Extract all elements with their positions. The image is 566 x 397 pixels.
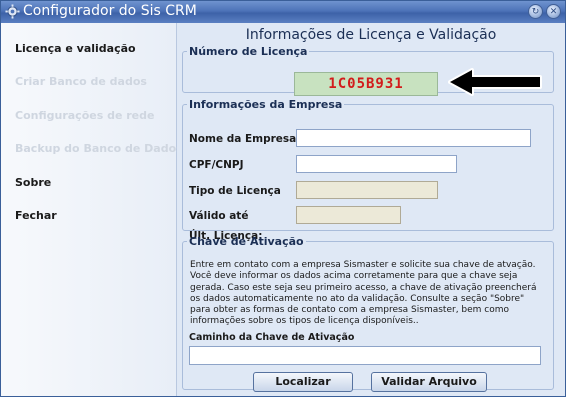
activation-legend: Chave de Ativação bbox=[189, 235, 304, 248]
app-gear-icon bbox=[5, 4, 20, 19]
main-panel: Informações de Licença e Validação Númer… bbox=[177, 23, 565, 396]
restore-icon[interactable]: ↻ bbox=[528, 4, 543, 19]
company-name-label: Nome da Empresa bbox=[189, 133, 297, 145]
sidebar-item-criar-banco: Criar Banco de dados bbox=[15, 75, 147, 88]
page-title: Informações de Licença e Validação bbox=[245, 27, 497, 43]
sidebar: Licença e validação Criar Banco de dados… bbox=[1, 23, 183, 396]
company-name-field[interactable] bbox=[296, 129, 531, 147]
valid-until-field bbox=[296, 206, 401, 224]
license-legend: Número de Licença bbox=[189, 45, 308, 58]
cpf-cnpj-label: CPF/CNPJ bbox=[189, 159, 244, 171]
valid-until-label: Válido até bbox=[189, 210, 249, 222]
close-icon[interactable]: ✕ bbox=[546, 4, 561, 19]
sidebar-item-sobre[interactable]: Sobre bbox=[15, 176, 51, 189]
company-group: Informações da Empresa Nome da Empresa C… bbox=[182, 98, 554, 242]
app-window: Configurador do Sis CRM ↻ ✕ Licença e va… bbox=[0, 0, 566, 397]
title-bar[interactable]: Configurador do Sis CRM ↻ ✕ bbox=[1, 1, 565, 23]
license-group: Número de Licença 1C05B931 bbox=[182, 45, 554, 96]
window-title: Configurador do Sis CRM bbox=[23, 3, 197, 19]
license-type-label: Tipo de Licença bbox=[189, 185, 281, 197]
validate-file-button[interactable]: Validar Arquivo bbox=[371, 372, 487, 392]
sidebar-item-fechar[interactable]: Fechar bbox=[15, 209, 57, 222]
activation-instructions: Entre em contato com a empresa Sismaster… bbox=[190, 260, 537, 327]
activation-group: Chave de Ativação Entre em contato com a… bbox=[182, 235, 554, 392]
sidebar-item-config-rede: Configurações de rede bbox=[15, 109, 155, 122]
license-type-field bbox=[296, 181, 438, 199]
company-legend: Informações da Empresa bbox=[189, 98, 343, 111]
sidebar-item-licenca[interactable]: Licença e validação bbox=[15, 42, 136, 55]
activation-path-label: Caminho da Chave de Ativação bbox=[189, 332, 355, 343]
sidebar-item-backup: Backup do Banco de Dados bbox=[15, 142, 183, 155]
license-number: 1C05B931 bbox=[294, 72, 438, 96]
cpf-cnpj-field[interactable] bbox=[296, 155, 457, 173]
activation-path-field[interactable] bbox=[189, 346, 541, 365]
arrow-left-icon bbox=[448, 68, 542, 96]
locate-button[interactable]: Localizar bbox=[253, 372, 353, 392]
